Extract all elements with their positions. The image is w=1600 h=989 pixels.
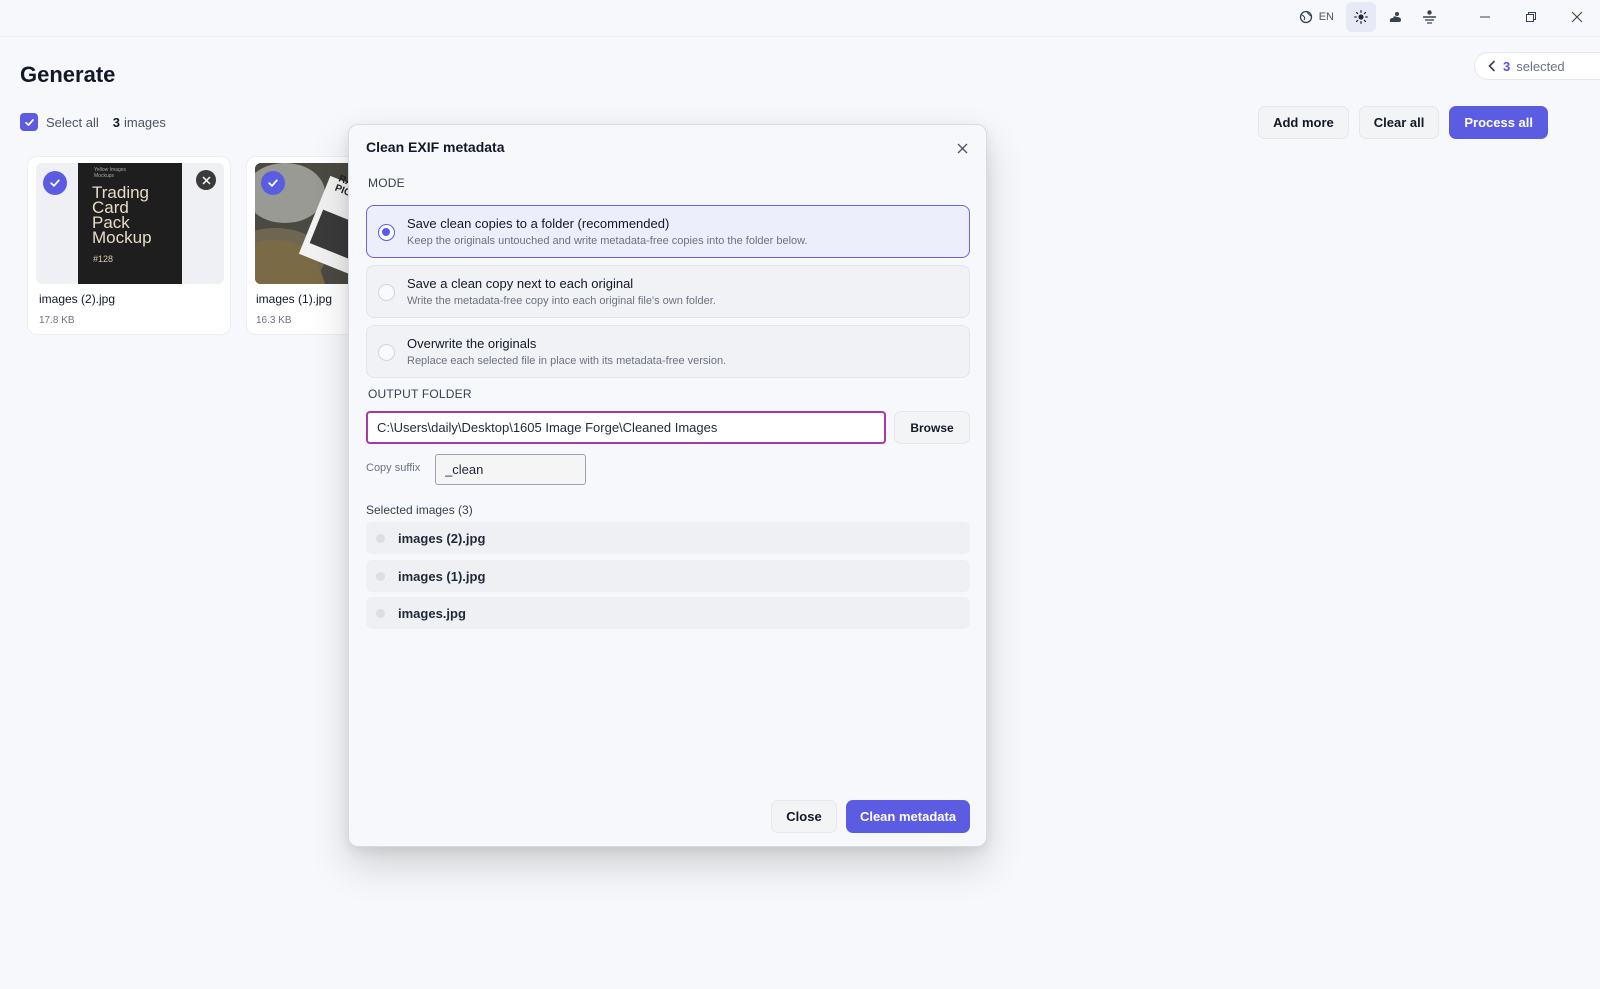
close-icon [201,175,211,185]
selected-image-name: images (1).jpg [398,569,486,584]
image-name: images (1).jpg [256,292,333,306]
restore-icon [1526,11,1536,22]
mode-radio[interactable] [378,344,395,361]
title-bar: EN [0,0,1600,37]
image-name: images (2).jpg [39,292,116,306]
close-icon [1571,11,1583,22]
close-button[interactable]: Close [771,800,837,833]
clean-exif-dialog: Clean EXIF metadata MODE Save clean copi… [348,124,987,847]
mode-option-title: Overwrite the originals [407,336,537,351]
mode-option-desc: Replace each selected file in place with… [407,355,727,367]
theme-dim-button[interactable] [1380,2,1410,32]
status-dot-icon [376,609,385,618]
add-more-button[interactable]: Add more [1258,106,1349,139]
copy-suffix-label: Copy suffix [366,462,421,474]
image-size: 16.3 KB [256,315,292,326]
selected-image-item: images.jpg [366,597,970,629]
dialog-title: Clean EXIF metadata [366,139,505,155]
thumb-big-text: Trading Card Pack Mockup [92,183,152,247]
selected-image-name: images (2).jpg [398,531,486,546]
mode-label: MODE [368,176,405,190]
card-selected-checkbox[interactable] [43,171,67,195]
mode-option-folder[interactable]: Save clean copies to a folder (recommend… [366,205,970,258]
mode-option-title: Save a clean copy next to each original [407,276,634,291]
mode-option-desc: Keep the originals untouched and write m… [407,235,808,247]
restore-button[interactable] [1508,2,1554,32]
card-remove-button[interactable] [196,170,216,190]
toolbar-actions: Add more Clear all Process all [1258,106,1548,139]
output-folder-label: OUTPUT FOLDER [368,387,472,401]
mode-option-overwrite[interactable]: Overwrite the originals Replace each sel… [366,325,970,378]
mode-radio[interactable] [378,224,395,241]
check-icon [24,118,34,126]
thumb-number-text: #128 [93,254,114,264]
check-icon [268,179,278,187]
selected-image-item: images (1).jpg [366,560,970,592]
select-all-label[interactable]: Select all [46,115,99,130]
language-code: EN [1318,10,1334,23]
image-count: 3 images [113,115,166,130]
close-icon [957,143,967,153]
minimize-icon [1480,16,1490,17]
selected-image-name: images.jpg [398,606,466,621]
copy-suffix-input[interactable] [435,454,586,485]
sun-icon [1354,9,1368,24]
browse-button[interactable]: Browse [894,411,970,444]
thumb-small-text: Yellow Images Mockups [94,167,127,179]
selected-image-item: images (2).jpg [366,522,970,554]
theme-system-button[interactable] [1414,2,1444,32]
selected-images-label: Selected images (3) [366,503,473,517]
image-size: 17.8 KB [39,315,75,326]
language-switcher[interactable]: EN [1299,10,1334,24]
output-folder-input[interactable] [366,411,886,444]
cloud-icon [1389,11,1401,22]
window-close-button[interactable] [1554,2,1600,32]
mode-option-title: Save clean copies to a folder (recommend… [407,216,670,231]
image-count-number: 3 [112,114,120,130]
image-count-label: images [123,114,166,130]
selected-panel-toggle[interactable]: 3 selected [1474,52,1600,80]
minimize-button[interactable] [1462,2,1508,32]
mode-option-desc: Write the metadata-free copy into each o… [407,295,716,307]
display-icon [1422,10,1436,24]
select-all-row: Select all 3 images [20,113,166,131]
process-all-button[interactable]: Process all [1449,106,1548,139]
mode-option-next-to-original[interactable]: Save a clean copy next to each original … [366,265,970,318]
status-dot-icon [376,534,385,543]
card-selected-checkbox[interactable] [261,171,285,195]
select-all-checkbox[interactable] [20,113,38,131]
chevron-left-icon [1488,60,1495,72]
dialog-close-button[interactable] [954,140,970,156]
check-icon [50,179,60,187]
selected-label: selected [1516,58,1565,74]
clear-all-button[interactable]: Clear all [1358,106,1440,139]
card-pack-mockup: Yellow Images Mockups Trading Card Pack … [78,163,182,284]
status-dot-icon [376,572,385,581]
selected-count: 3 [1503,58,1511,74]
page-title: Generate [20,62,116,87]
globe-icon [1299,10,1312,23]
title-bar-controls: EN [1299,0,1600,33]
clean-metadata-button[interactable]: Clean metadata [846,800,970,833]
theme-light-button[interactable] [1346,1,1376,32]
mode-radio[interactable] [378,284,395,301]
image-card[interactable]: Yellow Images Mockups Trading Card Pack … [27,156,231,335]
